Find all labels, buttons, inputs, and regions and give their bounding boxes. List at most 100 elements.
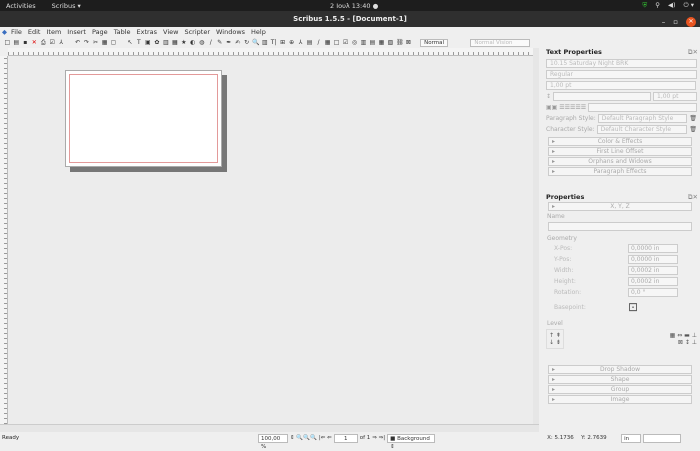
toolbar-icon-39-icon[interactable]: ▤ [369, 39, 376, 46]
toolbar-icon-7-icon[interactable]: ↶ [74, 39, 81, 46]
section-image[interactable]: Image [548, 395, 692, 404]
toolbar-icon-25-icon[interactable]: ↻ [243, 39, 250, 46]
level-buttons[interactable]: ↑ ⇞ ↓ ⇟ [546, 329, 564, 349]
vertical-scrollbar[interactable] [533, 48, 539, 426]
toolbar-icon-33-icon[interactable]: / [315, 39, 322, 46]
page-input[interactable]: 1 [333, 433, 358, 443]
first-prev-page-buttons[interactable]: |⇐ ⇐ [319, 435, 332, 441]
toolbar-icon-0-icon[interactable]: □ [4, 39, 11, 46]
vertical-ruler[interactable] [0, 56, 8, 424]
toolbar-icon-18-icon[interactable]: ★ [181, 39, 188, 46]
toolbar-icon-34-icon[interactable]: ▦ [324, 39, 331, 46]
menu-scripter[interactable]: Scripter [184, 28, 210, 36]
toolbar-icon-1-icon[interactable]: ▤ [13, 39, 20, 46]
toolbar-icon-2-icon[interactable]: ▪ [22, 39, 29, 46]
layer-select[interactable]: ■ Background ⇕ [387, 433, 436, 450]
character-style-select[interactable]: Default Character Style [596, 125, 688, 134]
menu-table[interactable]: Table [114, 28, 131, 36]
toolbar-icon-23-icon[interactable]: ✒ [225, 39, 232, 46]
toolbar-icon-17-icon[interactable]: ▦ [172, 39, 179, 46]
menu-page[interactable]: Page [92, 28, 108, 36]
panel-close-icon[interactable]: ⧉✕ [688, 48, 698, 57]
zoom-buttons[interactable]: ⇕ 🔍🔍🔍 [290, 435, 317, 441]
toolbar-icon-42-icon[interactable]: ⛓ [396, 39, 404, 46]
system-tray[interactable]: ⛨ ⚲ ◀) ⏻ ▾ [642, 1, 694, 10]
geometry-input[interactable]: 0,0000 in [628, 244, 678, 253]
toolbar-icon-14-icon[interactable]: ▣ [145, 39, 152, 46]
section-xyz[interactable]: X, Y, Z [548, 202, 692, 211]
geometry-input[interactable]: 0,0002 in [628, 277, 678, 286]
menu-extras[interactable]: Extras [137, 28, 158, 36]
activities-button[interactable]: Activities [6, 2, 36, 10]
toolbar-icon-27-icon[interactable]: ▥ [261, 39, 268, 46]
line-spacing-input[interactable]: 1,00 pt [653, 92, 697, 101]
section-drop-shadow[interactable]: Drop Shadow [548, 365, 692, 374]
toolbar-icon-22-icon[interactable]: ✎ [216, 39, 223, 46]
toolbar-icon-36-icon[interactable]: ☑ [342, 39, 349, 46]
section-color-effects[interactable]: Color & Effects [548, 137, 692, 146]
zoom-input[interactable]: 100,00 % [258, 433, 288, 450]
toolbar-icon-37-icon[interactable]: ◎ [351, 39, 358, 46]
trash-icon[interactable]: 🗑 [689, 126, 697, 133]
toolbar-icon-35-icon[interactable]: □ [333, 39, 340, 46]
toolbar-icon-30-icon[interactable]: ⊕ [288, 39, 295, 46]
toolbar-icon-11-icon[interactable]: ▢ [110, 39, 117, 46]
toolbar-icon-40-icon[interactable]: ▦ [378, 39, 385, 46]
horizontal-ruler[interactable] [8, 48, 539, 56]
font-family-select[interactable]: 10.15 Saturday Night BRK [546, 59, 697, 68]
toolbar-icon-26-icon[interactable]: 🔍 [252, 39, 259, 46]
menu-file[interactable]: File [11, 28, 22, 36]
menu-insert[interactable]: Insert [67, 28, 86, 36]
section-paragraph-effects[interactable]: Paragraph Effects [548, 167, 692, 176]
panel-close-icon[interactable]: ⧉✕ [688, 193, 698, 202]
toolbar-icon-43-icon[interactable]: ⊠ [405, 39, 412, 46]
clock[interactable]: 2 Ιουλ 13:40 ● [330, 2, 378, 10]
menu-item[interactable]: Item [46, 28, 61, 36]
geometry-input[interactable]: 0,0 ° [628, 288, 678, 297]
section-shape[interactable]: Shape [548, 375, 692, 384]
flip-lock-buttons[interactable]: ▦ ⇔ ▬ ⊥ ⊠ ↕ ⊥ [670, 332, 697, 346]
next-last-page-buttons[interactable]: ⇒ ⇒| [372, 435, 385, 441]
section-group[interactable]: Group [548, 385, 692, 394]
name-input[interactable] [548, 222, 692, 231]
toolbar-icon-13-icon[interactable]: T [136, 39, 143, 46]
toolbar-icon-24-icon[interactable]: ✍ [234, 39, 241, 46]
alignment-buttons[interactable]: ▣▣ ☰☰☰☰☰ [546, 104, 586, 111]
toolbar-icon-29-icon[interactable]: ⊞ [279, 39, 286, 46]
toolbar-icon-21-icon[interactable]: / [207, 39, 214, 46]
trash-icon[interactable]: 🗑 [689, 115, 697, 122]
toolbar-icon-31-icon[interactable]: ⅄ [297, 39, 304, 46]
vision-select[interactable]: Normal Vision [470, 38, 531, 47]
paragraph-style-select[interactable]: Default Paragraph Style [597, 114, 688, 123]
horizontal-scrollbar[interactable] [0, 424, 539, 432]
app-menu[interactable]: Scribus ▾ [52, 2, 81, 10]
toolbar-icon-5-icon[interactable]: ☑ [49, 39, 56, 46]
toolbar-icon-3-icon[interactable]: ✕ [31, 39, 38, 46]
toolbar-icon-15-icon[interactable]: ✿ [154, 39, 161, 46]
section-first-line-offset[interactable]: First Line Offset [548, 147, 692, 156]
toolbar-icon-19-icon[interactable]: ◐ [189, 39, 196, 46]
unit-select[interactable]: in [621, 433, 642, 443]
toolbar-icon-16-icon[interactable]: ▥ [163, 39, 170, 46]
section-orphans-widows[interactable]: Orphans and Widows [548, 157, 692, 166]
toolbar-icon-41-icon[interactable]: ▧ [387, 39, 394, 46]
status-input[interactable] [643, 433, 682, 443]
close-button[interactable]: ✕ [686, 17, 696, 27]
toolbar-icon-38-icon[interactable]: ▥ [360, 39, 367, 46]
document-canvas[interactable] [8, 56, 539, 424]
document-page[interactable] [65, 70, 222, 167]
toolbar-icon-6-icon[interactable]: ⅄ [58, 39, 65, 46]
toolbar-icon-12-icon[interactable]: ↖ [127, 39, 134, 46]
toolbar-icon-20-icon[interactable]: ◍ [198, 39, 205, 46]
menu-windows[interactable]: Windows [216, 28, 245, 36]
geometry-input[interactable]: 0,0002 in [628, 266, 678, 275]
toolbar-icon-8-icon[interactable]: ↷ [83, 39, 90, 46]
image-mode-select[interactable]: Normal [420, 38, 448, 47]
toolbar-icon-28-icon[interactable]: T| [270, 39, 277, 46]
toolbar-icon-10-icon[interactable]: ▦ [101, 39, 108, 46]
menu-view[interactable]: View [163, 28, 178, 36]
basepoint-selector[interactable]: ⊡ [628, 300, 638, 314]
geometry-input[interactable]: 0,0000 in [628, 255, 678, 264]
toolbar-icon-9-icon[interactable]: ✂ [92, 39, 99, 46]
font-style-select[interactable]: Regular [546, 70, 697, 79]
